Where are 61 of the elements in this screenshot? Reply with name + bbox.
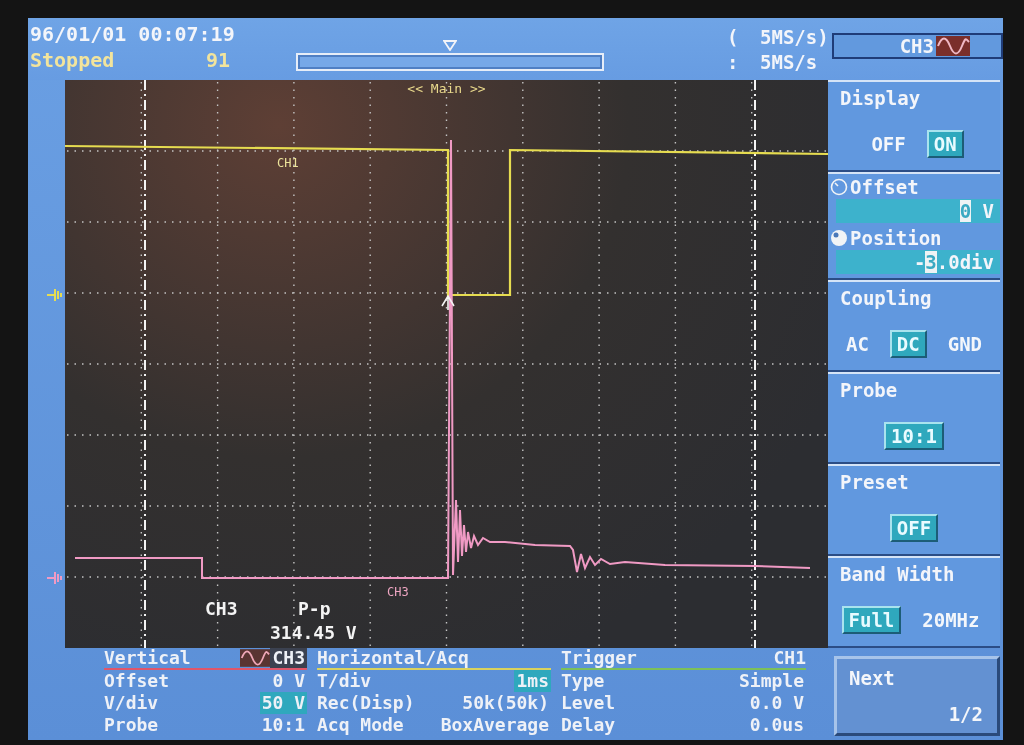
- sample-rate: 5MS/s: [760, 50, 818, 75]
- value-field[interactable]: 0 V: [836, 199, 1000, 223]
- row-label: Delay: [561, 714, 616, 736]
- timebase-label: << Main >>: [407, 81, 486, 96]
- channel-label: CH3: [899, 35, 934, 57]
- channel-badge[interactable]: CH3: [832, 33, 1003, 59]
- option-button[interactable]: 20MHz: [915, 606, 987, 634]
- channel-label: CH3: [270, 648, 307, 668]
- option-button[interactable]: DC: [889, 330, 927, 358]
- option-button[interactable]: Full: [841, 606, 902, 634]
- value-field[interactable]: -3.0div: [836, 250, 1000, 274]
- section-title: Preset: [839, 470, 910, 494]
- measurement-value: 314.45 V: [269, 621, 357, 645]
- knob-icon[interactable]: [830, 229, 848, 247]
- row-value: Simple: [737, 670, 805, 692]
- row-label: Level: [561, 692, 616, 714]
- section-title: Probe: [839, 378, 899, 402]
- row-value: 50 V: [259, 692, 307, 714]
- option-button[interactable]: AC: [838, 330, 876, 358]
- cursor-line[interactable]: [144, 80, 146, 648]
- section-title: Trigger: [561, 648, 637, 668]
- trace-label: CH3: [387, 585, 409, 599]
- section-title: Vertical: [104, 648, 191, 668]
- row-label: V/div: [104, 692, 159, 714]
- row-label: Probe: [104, 714, 159, 736]
- row-value: 0.0us: [748, 714, 805, 736]
- option-button[interactable]: GND: [940, 330, 990, 358]
- option-button[interactable]: ON: [926, 130, 964, 158]
- section-title: Display: [839, 86, 922, 110]
- sine-wave-icon: [240, 649, 271, 667]
- channel-label: CH1: [773, 648, 806, 668]
- ground-marker-icon: [47, 571, 63, 585]
- rate-prefix: :: [727, 50, 740, 75]
- trace-label: CH1: [277, 156, 299, 170]
- date-time: 96/01/01 00:07:19: [30, 21, 236, 47]
- measurement-channel: CH3: [205, 597, 239, 621]
- triangle-marker-icon: [443, 40, 457, 51]
- sample-rate: 5MS/s): [760, 25, 829, 50]
- ground-marker-icon: [47, 288, 63, 302]
- section-title: Coupling: [839, 286, 933, 310]
- section-title: Position: [849, 227, 942, 249]
- sine-wave-icon: [935, 36, 971, 56]
- section-title: Offset: [849, 176, 919, 198]
- row-label: Offset: [104, 670, 170, 692]
- option-button[interactable]: 10:1: [884, 422, 944, 450]
- acquisition-count: 91: [205, 47, 230, 73]
- option-button[interactable]: OFF: [864, 130, 913, 158]
- rate-prefix: (: [727, 25, 740, 50]
- row-value: 10:1: [260, 714, 306, 736]
- next-button[interactable]: Next 1/2: [834, 656, 1000, 736]
- section-title: Band Width: [839, 562, 956, 586]
- cursor-line[interactable]: [754, 80, 756, 648]
- option-button[interactable]: OFF: [889, 514, 939, 542]
- page-indicator: 1/2: [948, 703, 983, 725]
- row-value: 0.0 V: [748, 692, 805, 714]
- knob-icon[interactable]: [830, 178, 848, 196]
- row-label: Type: [561, 670, 605, 692]
- trigger-marker-icon: [441, 294, 455, 311]
- measurement-name: P-p: [298, 597, 331, 621]
- acquisition-status: Stopped: [30, 47, 115, 73]
- row-value: 0 V: [271, 670, 306, 692]
